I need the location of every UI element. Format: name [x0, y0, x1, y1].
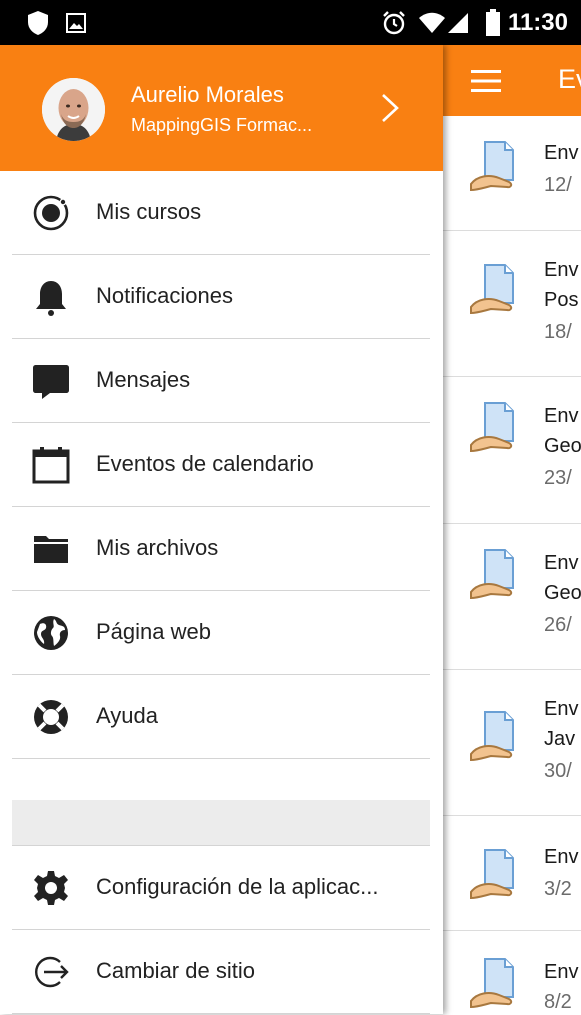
chat-icon	[33, 365, 69, 399]
list-item[interactable]: Env 8/2	[443, 931, 581, 1015]
assignment-icon	[470, 264, 514, 315]
item-subtitle: Geo	[544, 435, 581, 457]
assignment-icon	[470, 141, 514, 192]
item-subtitle: Jav	[544, 728, 576, 750]
folder-icon	[34, 536, 68, 563]
item-date: 12/	[544, 174, 572, 196]
status-bar: 11:30	[0, 0, 581, 45]
item-title: Env	[544, 405, 579, 427]
calendar-icon	[32, 447, 70, 484]
menu-item-notificaciones[interactable]: Notificaciones	[12, 255, 430, 339]
user-photo	[42, 78, 105, 141]
item-date: 30/	[544, 760, 572, 782]
list-item[interactable]: Env Geo 23/	[443, 377, 581, 524]
globe-icon	[34, 616, 68, 650]
assignment-icon	[470, 402, 514, 453]
menu-item-label: Eventos de calendario	[96, 451, 314, 476]
image-icon	[66, 13, 86, 33]
alarm-icon	[383, 11, 405, 35]
navigation-drawer: Aurelio Morales MappingGIS Formac... Mis…	[0, 45, 443, 1014]
menu-item-label: Notificaciones	[96, 283, 233, 308]
item-subtitle: Geo	[544, 582, 581, 604]
user-name: Aurelio Morales	[131, 82, 284, 107]
menu-item-pagina-web[interactable]: Página web	[12, 591, 430, 675]
chevron-right-icon[interactable]	[380, 93, 400, 123]
list-item[interactable]: Env Pos 18/	[443, 231, 581, 377]
shield-icon	[28, 11, 48, 35]
assignment-icon	[470, 958, 514, 1009]
menu-item-ayuda[interactable]: Ayuda	[12, 675, 430, 759]
site-name: MappingGIS Formac...	[131, 115, 313, 135]
item-subtitle: Pos	[544, 289, 579, 311]
menu-item-eventos-de-calendario[interactable]: Eventos de calendario	[12, 423, 430, 507]
item-date: 3/2	[544, 878, 572, 900]
item-title: Env	[544, 142, 579, 164]
assignment-icon	[470, 549, 514, 600]
menu-item-label: Ayuda	[96, 703, 158, 728]
events-title: Ev	[558, 64, 581, 94]
avatar[interactable]	[42, 78, 105, 141]
assignment-icon	[470, 849, 514, 900]
item-title: Env	[544, 698, 579, 720]
menu-divider-section	[12, 800, 430, 846]
menu-item-mis-cursos[interactable]: Mis cursos	[12, 171, 430, 255]
menu-item-configuracion[interactable]: Configuración de la aplicac...	[12, 846, 430, 930]
item-date: 8/2	[544, 991, 572, 1013]
menu-item-label: Página web	[96, 619, 211, 644]
item-title: Env	[544, 961, 579, 983]
list-item[interactable]: Env Geo 26/	[443, 524, 581, 670]
menu-item-cambiar-de-sitio[interactable]: Cambiar de sitio	[12, 930, 430, 1014]
menu-item-label: Mis archivos	[96, 535, 219, 560]
events-screen: Ev Env 12/ Env Pos 18/ Env Geo 23/ Env G…	[443, 45, 581, 1014]
menu-item-label: Configuración de la aplicac...	[96, 874, 379, 899]
battery-icon	[486, 9, 500, 36]
events-toolbar: Ev	[443, 45, 581, 116]
assignment-icon	[470, 711, 514, 762]
item-date: 18/	[544, 321, 572, 343]
courses-icon	[33, 195, 69, 231]
gear-icon	[34, 871, 68, 905]
menu-item-label: Mis cursos	[96, 199, 202, 224]
help-icon	[34, 700, 68, 734]
menu-item-mensajes[interactable]: Mensajes	[12, 339, 430, 423]
menu-item-mis-archivos[interactable]: Mis archivos	[12, 507, 430, 591]
list-item[interactable]: Env 12/	[443, 116, 581, 231]
item-title: Env	[544, 552, 579, 574]
menu-item-label: Mensajes	[96, 367, 191, 392]
list-item[interactable]: Env Jav 30/	[443, 670, 581, 816]
signal-icon	[448, 13, 468, 33]
switch-site-icon	[35, 956, 69, 988]
hamburger-icon[interactable]	[471, 70, 501, 92]
wifi-icon	[419, 12, 445, 33]
bell-icon	[36, 281, 66, 316]
item-title: Env	[544, 259, 579, 281]
item-title: Env	[544, 846, 579, 868]
drawer-header[interactable]: Aurelio Morales MappingGIS Formac...	[0, 45, 443, 171]
status-time: 11:30	[507, 9, 568, 36]
item-date: 26/	[544, 614, 572, 636]
menu-item-label: Cambiar de sitio	[96, 958, 255, 983]
item-date: 23/	[544, 467, 572, 489]
list-item[interactable]: Env 3/2	[443, 816, 581, 931]
